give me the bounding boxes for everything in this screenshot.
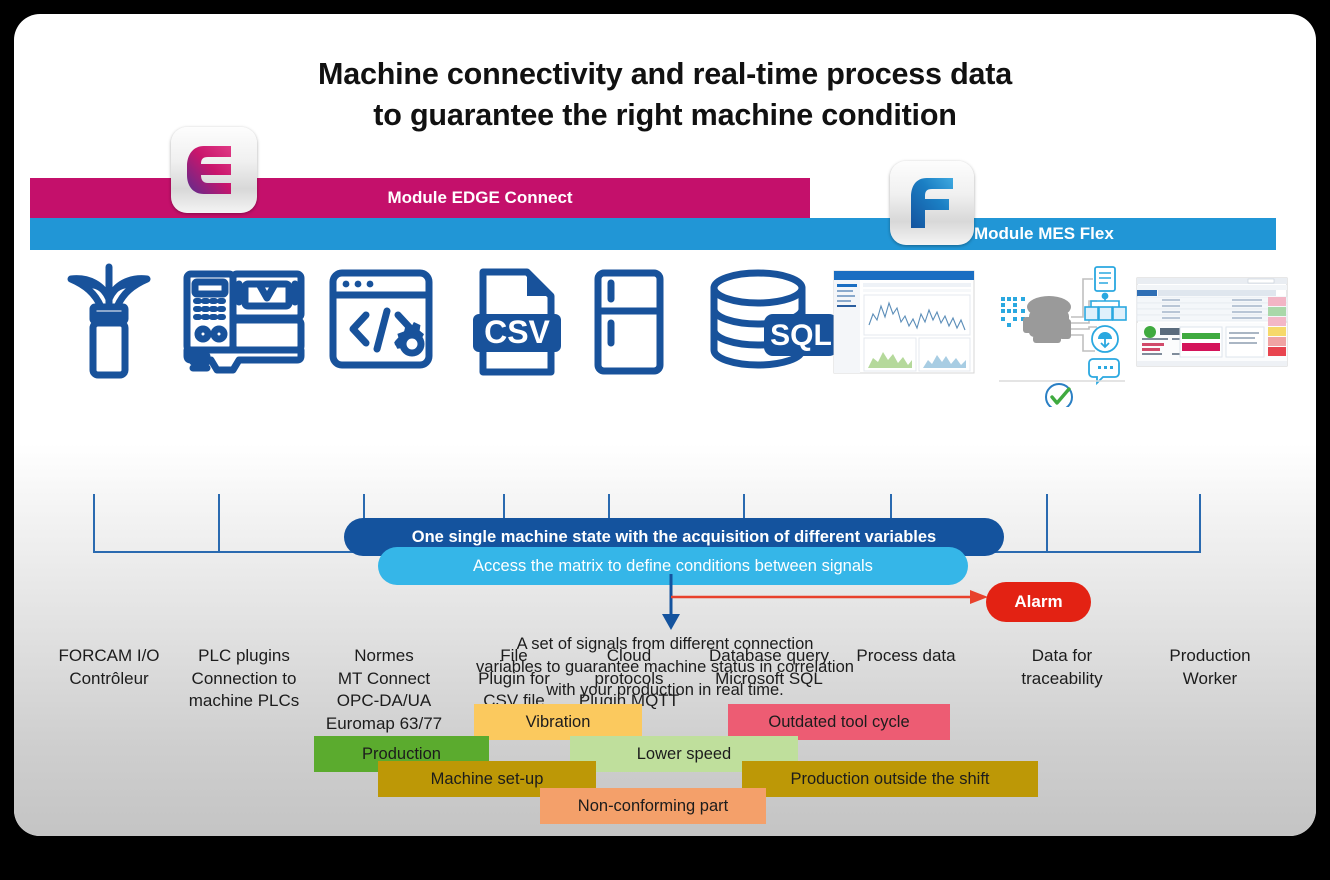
banner-access-matrix-label: Access the matrix to define conditions b…: [473, 556, 873, 575]
icon-cell-cloud-protocol: [574, 258, 684, 386]
code-window-gear-icon: [329, 269, 433, 369]
signal-timeline: Vibration Outdated tool cycle Production Lo…: [14, 704, 1316, 834]
timeline-block-label: Vibration: [525, 712, 591, 731]
icon-cell-plc-machine: [174, 258, 314, 386]
description-line-1: A set of signals from different connecti…: [516, 635, 814, 653]
title-line-1: Machine connectivity and real-time proce…: [317, 57, 1013, 91]
connectivity-icon-row: FORCAM I/O Contrôleur PLC plugins Connec…: [14, 258, 1316, 733]
flow-arrows: [662, 574, 988, 630]
icon-cell-traceability: [994, 258, 1130, 408]
timeline-block-label: Machine set-up: [430, 769, 544, 788]
forcam-io-controller-icon: [67, 263, 151, 379]
timeline-block-label: Lower speed: [636, 744, 732, 763]
alarm-label: Alarm: [1014, 592, 1063, 611]
module-bar-edge-connect: Module EDGE Connect: [30, 178, 810, 218]
infographic-card: Machine connectivity and real-time proce…: [14, 14, 1316, 836]
svg-text:SQL: SQL: [770, 319, 832, 352]
production-worker-icon: [1136, 277, 1288, 367]
icon-cell-code-window-gear: [319, 258, 449, 386]
timeline-block[interactable]: Outdated tool cycle: [728, 704, 950, 740]
page-title: Machine connectivity and real-time proce…: [14, 54, 1316, 135]
timeline-block[interactable]: Production outside the shift: [742, 761, 1038, 797]
mes-flex-logo: [890, 161, 974, 245]
icon-cell-csv-file: CSV: [459, 258, 574, 386]
sql-database-icon: SQL: [710, 269, 838, 369]
description-line-2: variables to guarantee machine status in…: [476, 657, 854, 676]
process-data-dashboard-icon: [833, 270, 975, 374]
alarm-badge[interactable]: Alarm: [986, 582, 1091, 622]
module-bar-mes-label: Module MES Flex: [974, 224, 1114, 243]
timeline-block-label: Outdated tool cycle: [768, 712, 910, 731]
module-bar-mes-flex: Module MES Flex: [30, 218, 1276, 250]
plc-machine-icon: [183, 270, 305, 374]
timeline-block-label: Production outside the shift: [790, 769, 990, 788]
icon-cell-forcam-io-controller: [44, 258, 174, 386]
timeline-block[interactable]: Vibration: [474, 704, 642, 740]
timeline-block-label: Non-conforming part: [577, 796, 729, 815]
description-text: A set of signals from different connecti…: [14, 633, 1316, 701]
cloud-protocol-icon: [594, 269, 664, 375]
letter-e-glyph: [187, 146, 231, 194]
icon-cell-process-data: [829, 258, 979, 386]
description-line-3: with your production in real time.: [546, 680, 784, 699]
timeline-block[interactable]: Non-conforming part: [540, 788, 766, 824]
letter-f-glyph: [911, 178, 953, 228]
module-bar-edge-label: Module EDGE Connect: [387, 188, 573, 207]
traceability-icon: [999, 266, 1127, 407]
icon-cell-production-worker: [1132, 258, 1292, 386]
banner-machine-state-label: One single machine state with the acquis…: [411, 527, 937, 546]
down-arrow-head: [662, 614, 680, 630]
csv-file-icon: CSV: [472, 268, 561, 376]
svg-text:CSV: CSV: [484, 314, 550, 350]
edge-connect-logo: [171, 127, 257, 213]
